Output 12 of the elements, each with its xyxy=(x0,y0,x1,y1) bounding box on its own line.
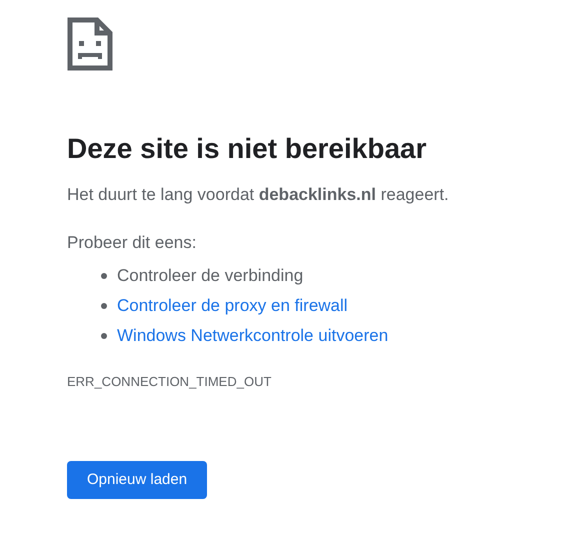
bullet-icon xyxy=(101,303,107,309)
suggestions-heading: Probeer dit eens: xyxy=(67,232,198,254)
page-heading: Deze site is niet bereikbaar xyxy=(67,132,428,166)
suggestion-link[interactable]: Controleer de proxy en firewall xyxy=(117,293,348,319)
sad-page-icon xyxy=(67,17,113,71)
error-message: Het duurt te lang voordat debacklinks.nl reageert. xyxy=(67,184,450,206)
bullet-icon xyxy=(101,273,107,279)
bullet-icon xyxy=(101,333,107,339)
suggestion-link[interactable]: Windows Netwerkcontrole uitvoeren xyxy=(117,323,388,349)
suggestion-text: Controleer de verbinding xyxy=(117,265,304,288)
error-code: ERR_CONNECTION_TIMED_OUT xyxy=(67,373,272,391)
reload-button[interactable]: Opnieuw laden xyxy=(67,461,208,499)
